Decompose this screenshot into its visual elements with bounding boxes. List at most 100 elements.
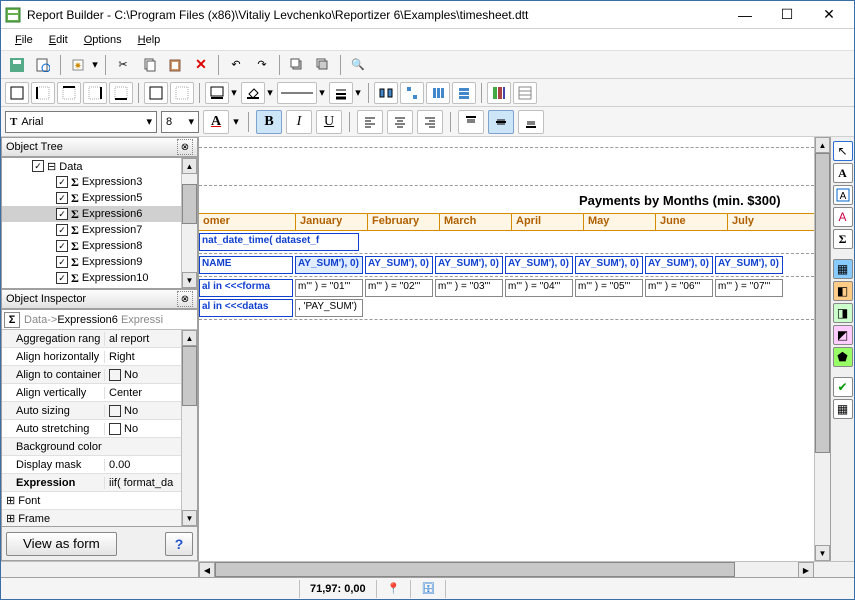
tool-image[interactable]: ▦	[833, 259, 853, 279]
border-bottom[interactable]	[109, 82, 133, 104]
delete-button[interactable]: ✕	[189, 54, 213, 76]
expr-dataset[interactable]: al in <<<datas	[199, 299, 293, 317]
menu-file[interactable]: File	[7, 32, 41, 48]
tool-shape-4[interactable]: ⬟	[833, 347, 853, 367]
tool-label[interactable]: A	[833, 163, 853, 183]
preview-button[interactable]	[31, 54, 55, 76]
table-header-row: omer January February March April May Ju…	[199, 213, 814, 231]
align-dist-1[interactable]	[374, 82, 398, 104]
line-style-dd[interactable]: ▾	[317, 86, 327, 99]
tool-pointer[interactable]: ↖	[833, 141, 853, 161]
font-size-value: 8	[166, 116, 172, 128]
align-left-button[interactable]	[357, 110, 383, 134]
view-as-form-button[interactable]: View as form	[6, 532, 117, 556]
object-inspector-header: Object Inspector ⊗	[1, 289, 198, 309]
inspector-selector[interactable]: Σ Data->Expression6 Expressi	[2, 310, 197, 330]
align-center-button[interactable]	[387, 110, 413, 134]
valign-bottom-button[interactable]	[518, 110, 544, 134]
canvas-hscrollbar[interactable]: ◀ ▶	[199, 562, 814, 577]
find-button[interactable]: 🔍	[346, 54, 370, 76]
tool-shape-3[interactable]: ◩	[833, 325, 853, 345]
send-back-button[interactable]	[311, 54, 335, 76]
report-title: Payments by Months (min. $300)	[579, 193, 781, 208]
bold-button[interactable]: B	[256, 110, 282, 134]
font-family-value: Arial	[21, 116, 43, 128]
border-outer[interactable]	[144, 82, 168, 104]
line-width[interactable]	[329, 82, 353, 104]
maximize-button[interactable]: ☐	[766, 3, 808, 27]
inspector-scrollbar[interactable]: ▲▼	[181, 330, 197, 526]
italic-button[interactable]: I	[286, 110, 312, 134]
svg-text:A: A	[839, 191, 846, 202]
border-left[interactable]	[31, 82, 55, 104]
new-object-dropdown[interactable]: ▾	[90, 58, 100, 71]
object-tree-header: Object Tree ⊗	[1, 137, 198, 157]
underline-button[interactable]: U	[316, 110, 342, 134]
status-icon-2: 🗄	[421, 582, 435, 595]
report-canvas[interactable]: Payments by Months (min. $300) omer Janu…	[199, 137, 814, 561]
save-button[interactable]	[5, 54, 29, 76]
tool-check[interactable]: ✔	[833, 377, 853, 397]
valign-top-button[interactable]	[458, 110, 484, 134]
options-button[interactable]	[513, 82, 537, 104]
undo-button[interactable]: ↶	[224, 54, 248, 76]
border-none[interactable]	[170, 82, 194, 104]
paste-button[interactable]	[163, 54, 187, 76]
status-icon-1: 📍	[387, 582, 401, 595]
valign-middle-button[interactable]	[488, 110, 514, 134]
minimize-button[interactable]: —	[724, 3, 766, 27]
grid-button[interactable]	[487, 82, 511, 104]
align-dist-4[interactable]	[452, 82, 476, 104]
menu-edit[interactable]: Edit	[41, 32, 76, 48]
tree-scrollbar[interactable]: ▲ ▼	[181, 158, 197, 288]
object-tree[interactable]: ✓⊟ Data ✓ΣExpression3 ✓ΣExpression5 ✓ΣEx…	[1, 157, 198, 289]
statusbar: 71,97: 0,00 📍 🗄	[1, 577, 854, 599]
align-dist-2[interactable]	[400, 82, 424, 104]
menubar: File Edit Options Help	[1, 29, 854, 51]
align-dist-3[interactable]	[426, 82, 450, 104]
font-color-button[interactable]: A	[203, 110, 229, 134]
inspector-pin-button[interactable]: ⊗	[177, 291, 193, 307]
expr-datetime[interactable]: nat_date_time( dataset_f	[199, 233, 359, 251]
help-button[interactable]: ?	[165, 532, 193, 556]
status-coords: 71,97: 0,00	[300, 580, 377, 598]
line-width-dd[interactable]: ▾	[353, 86, 363, 99]
fill-color-dd[interactable]: ▾	[265, 86, 275, 99]
border-all[interactable]	[5, 82, 29, 104]
new-object-button[interactable]: ✷	[66, 54, 90, 76]
font-size-select[interactable]: 8 ▾	[161, 111, 199, 133]
align-right-button[interactable]	[417, 110, 443, 134]
tool-shape-2[interactable]: ◨	[833, 303, 853, 323]
tool-richtext[interactable]: A	[833, 207, 853, 227]
property-grid[interactable]: Aggregation rangal report▾ Align horizon…	[2, 330, 197, 526]
tree-pin-button[interactable]: ⊗	[177, 139, 193, 155]
app-icon	[5, 7, 21, 23]
right-toolbox: ↖ A A A Σ ▦ ◧ ◨ ◩ ⬟ ✔ ▦	[830, 137, 854, 561]
expr-name[interactable]: NAME	[199, 256, 293, 274]
menu-options[interactable]: Options	[76, 32, 130, 48]
font-toolbar: T Arial ▾ 8 ▾ A ▾ B I U	[1, 107, 854, 137]
fill-color[interactable]	[241, 82, 265, 104]
tool-expression[interactable]: Σ	[833, 229, 853, 249]
expr-format[interactable]: al in <<<forma	[199, 279, 293, 297]
expr-sum-selected[interactable]: AY_SUM'), 0)	[295, 256, 363, 274]
menu-help[interactable]: Help	[130, 32, 169, 48]
bring-front-button[interactable]	[285, 54, 309, 76]
line-style[interactable]	[277, 82, 317, 104]
border-color[interactable]	[205, 82, 229, 104]
redo-button[interactable]: ↷	[250, 54, 274, 76]
tree-item-selected: ✓ΣExpression6	[2, 206, 197, 222]
cut-button[interactable]: ✂	[111, 54, 135, 76]
tool-shape-1[interactable]: ◧	[833, 281, 853, 301]
canvas-vscrollbar[interactable]: ▲▼	[814, 137, 830, 561]
border-right[interactable]	[83, 82, 107, 104]
border-toolbar: ▾ ▾ ▾ ▾	[1, 79, 854, 107]
tool-text[interactable]: A	[833, 185, 853, 205]
border-top[interactable]	[57, 82, 81, 104]
close-button[interactable]: ✕	[808, 3, 850, 27]
border-color-dd[interactable]: ▾	[229, 86, 239, 99]
copy-button[interactable]	[137, 54, 161, 76]
font-family-select[interactable]: T Arial ▾	[5, 111, 157, 133]
font-color-dd[interactable]: ▾	[231, 115, 241, 128]
tool-grid[interactable]: ▦	[833, 399, 853, 419]
